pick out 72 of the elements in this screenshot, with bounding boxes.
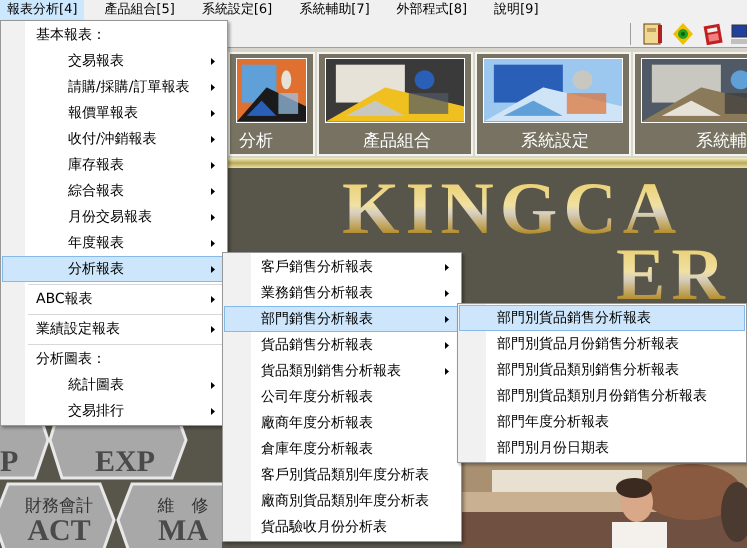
submenu-arrow-icon — [211, 58, 215, 65]
tile-label: 分析 — [239, 130, 273, 152]
hex-code: ACT — [27, 516, 91, 546]
submenu-arrow-icon — [445, 264, 449, 271]
tile-label: 系統輔 — [696, 130, 747, 152]
module-tile[interactable]: 產品組合 — [317, 52, 473, 156]
hex-title: 財務會計 — [25, 496, 93, 516]
menu-group-label: 分析圖表： — [36, 350, 106, 368]
menu-item[interactable]: 倉庫年度分析報表 — [224, 436, 460, 462]
submenu-arrow-icon — [211, 326, 215, 333]
menu-item[interactable]: 部門別貨品類別銷售分析報表 — [459, 357, 745, 383]
submenu-arrow-icon — [445, 342, 449, 349]
menu-item[interactable]: 貨品銷售分析報表 — [224, 332, 460, 358]
menu-item[interactable]: 年度報表 — [2, 230, 226, 256]
menu-item[interactable]: 綜合報表 — [2, 178, 226, 204]
menu-item[interactable]: 部門別貨品月份銷售分析報表 — [459, 331, 745, 357]
hex-title: 維 修 — [158, 496, 208, 516]
hex-code: MA — [158, 516, 208, 546]
submenu-arrow-icon — [211, 136, 215, 143]
menu-bar-item[interactable]: 系統設定[6] — [194, 0, 280, 20]
submenu-arrow-icon — [211, 84, 215, 91]
binder-icon[interactable] — [641, 22, 665, 46]
submenu-arrow-icon — [211, 266, 215, 273]
submenu-arrow-icon — [211, 240, 215, 247]
menu-item[interactable]: 客戶別貨品類別年度分析表 — [224, 462, 460, 488]
menu-item[interactable]: 客戶銷售分析報表 — [224, 254, 460, 280]
submenu-arrow-icon — [211, 110, 215, 117]
menu-item[interactable]: 部門年度分析報表 — [459, 409, 745, 435]
submenu-arrow-icon — [445, 290, 449, 297]
menu-bar-item[interactable]: 系統輔助[7] — [292, 0, 377, 20]
submenu-arrow-icon — [211, 214, 215, 221]
menu-item[interactable]: 交易排行 — [2, 398, 226, 424]
menu-item[interactable]: ABC報表 — [2, 286, 226, 312]
menu-item[interactable]: 庫存報表 — [2, 152, 226, 178]
menu-item[interactable]: 部門別貨品類別月份銷售分析報表 — [459, 383, 745, 409]
submenu-arrow-icon — [211, 296, 215, 303]
calculator-icon[interactable] — [701, 22, 725, 46]
hex-code: P — [0, 447, 18, 477]
tile-label: 產品組合 — [363, 130, 431, 152]
menu-item[interactable]: 公司年度分析報表 — [224, 384, 460, 410]
menu-item[interactable]: 部門別貨品銷售分析報表 — [459, 305, 745, 331]
submenu-arrow-icon — [211, 188, 215, 195]
submenu-arrow-icon — [211, 162, 215, 169]
module-tile[interactable]: 系統設定 — [475, 52, 631, 156]
module-tile[interactable]: 系統輔 — [633, 52, 747, 156]
menu-bar-item[interactable]: 產品組合[5] — [97, 0, 182, 20]
hex-code: EXP — [95, 447, 155, 477]
menu-item[interactable]: 報價單報表 — [2, 100, 226, 126]
menu-item[interactable]: 統計圖表 — [2, 372, 226, 398]
menu-item[interactable]: 貨品類別銷售分析報表 — [224, 358, 460, 384]
menu-item[interactable]: 交易報表 — [2, 48, 226, 74]
computer-icon[interactable] — [731, 22, 747, 46]
menu-item[interactable]: 部門銷售分析報表 — [224, 306, 460, 332]
menu-bar-item[interactable]: 報表分析[4] — [0, 0, 84, 20]
menu-item[interactable]: 部門別月份日期表 — [459, 435, 745, 461]
tile-label: 系統設定 — [521, 130, 589, 152]
submenu-arrow-icon — [445, 368, 449, 375]
menu-item[interactable]: 收付/沖銷報表 — [2, 126, 226, 152]
menu-group-label: 基本報表： — [36, 26, 106, 44]
menu-item[interactable]: 請購/採購/訂單報表 — [2, 74, 226, 100]
menu-item[interactable]: 貨品驗收月份分析表 — [224, 514, 460, 540]
menu-item[interactable]: 月份交易報表 — [2, 204, 226, 230]
menu-item[interactable]: 廠商別貨品類別年度分析表 — [224, 488, 460, 514]
submenu-arrow-icon — [211, 408, 215, 415]
submenu-arrow-icon — [211, 382, 215, 389]
menu-item[interactable]: 廠商年度分析報表 — [224, 410, 460, 436]
menu-bar-item[interactable]: 外部程式[8] — [390, 0, 474, 20]
module-tile[interactable]: 分析 — [228, 52, 315, 156]
menu-bar-item[interactable]: 說明[9] — [487, 0, 546, 20]
menu-item[interactable]: 業務銷售分析報表 — [224, 280, 460, 306]
menu-item[interactable]: 業績設定報表 — [2, 316, 226, 342]
submenu-arrow-icon — [445, 316, 449, 323]
